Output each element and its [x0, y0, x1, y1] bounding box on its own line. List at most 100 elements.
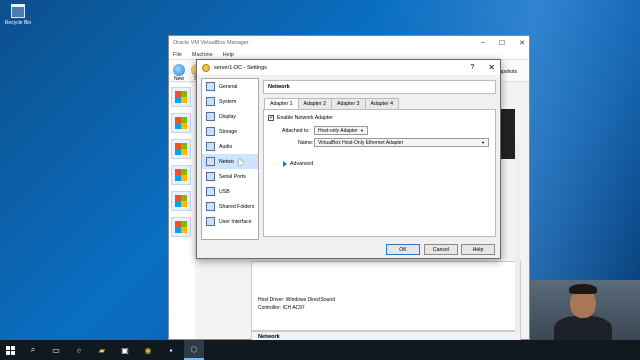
windows-logo-icon [175, 143, 187, 155]
manager-title: Oracle VM VirtualBox Manager [173, 40, 249, 46]
attached-to-label: Attached to: [282, 128, 310, 134]
advanced-toggle[interactable]: Advanced [283, 161, 313, 167]
vm-list-item[interactable] [171, 217, 191, 237]
name-label: Name: [298, 140, 314, 146]
checkbox-checked-icon [268, 114, 274, 121]
nav-item-serial-ports[interactable]: Serial Ports [202, 169, 258, 184]
serial-ports-icon [206, 172, 215, 181]
edge-icon[interactable]: e [69, 340, 89, 360]
windows-logo-icon [175, 169, 187, 181]
vm-preview [499, 109, 515, 159]
file-explorer-icon[interactable]: ▰ [92, 340, 112, 360]
display-icon [206, 112, 215, 121]
nav-item-usb[interactable]: USB [202, 184, 258, 199]
tab-adapter-3[interactable]: Adapter 3 [331, 98, 366, 109]
nav-label: USB [219, 188, 230, 195]
vm-list-item[interactable] [171, 165, 191, 185]
system-icon [206, 97, 215, 106]
new-vm-icon [173, 64, 185, 76]
terminal-icon[interactable]: ▪ [161, 340, 181, 360]
windows-logo-icon [175, 195, 187, 207]
chevron-down-icon: ▼ [481, 140, 485, 145]
recycle-bin-icon [11, 4, 25, 18]
task-view-icon[interactable]: ▭ [46, 340, 66, 360]
windows-logo-icon [175, 91, 187, 103]
nav-item-display[interactable]: Display [202, 109, 258, 124]
presenter-hair [569, 284, 597, 294]
nav-label: Display [219, 113, 237, 120]
close-icon[interactable]: ✕ [488, 63, 495, 72]
shared-folders-icon [206, 202, 215, 211]
advanced-label: Advanced [290, 161, 314, 167]
tab-adapter-4[interactable]: Adapter 4 [364, 98, 399, 109]
menu-machine[interactable]: Machine [192, 52, 213, 58]
chrome-icon[interactable]: ◉ [138, 340, 158, 360]
minimize-icon[interactable]: – [481, 39, 485, 47]
menu-file[interactable]: File [173, 52, 182, 58]
network-icon [206, 157, 215, 166]
storage-icon [206, 127, 215, 136]
general-icon [206, 82, 215, 91]
details-scrollbar[interactable] [515, 143, 520, 335]
expand-arrow-icon [283, 161, 287, 167]
audio-icon [206, 142, 215, 151]
chevron-down-icon: ▼ [360, 128, 364, 133]
ok-button[interactable]: OK [386, 244, 420, 255]
vm-list-item[interactable] [171, 87, 191, 107]
manager-titlebar: Oracle VM VirtualBox Manager – ☐ ✕ [169, 36, 529, 50]
enable-adapter-label: Enable Network Adapter [277, 115, 333, 121]
nav-item-network[interactable]: Netwo [202, 154, 258, 169]
tab-adapter-1[interactable]: Adapter 1 [264, 98, 299, 109]
host-driver-value: Windows DirectSound [285, 297, 335, 303]
cancel-button[interactable]: Cancel [424, 244, 458, 255]
vm-list-item[interactable] [171, 191, 191, 211]
start-icon[interactable] [0, 340, 20, 360]
attached-to-select[interactable]: Host-only Adapter ▼ [314, 126, 368, 135]
nav-label: Storage [219, 128, 238, 135]
tab-adapter-2[interactable]: Adapter 2 [297, 98, 332, 109]
close-icon[interactable]: ✕ [519, 39, 525, 47]
enable-adapter-checkbox[interactable]: Enable Network Adapter [268, 114, 333, 121]
attached-to-value: Host-only Adapter [318, 127, 358, 134]
new-vm-button[interactable]: New [173, 64, 185, 82]
vm-list-item[interactable] [171, 139, 191, 159]
nav-item-storage[interactable]: Storage [202, 124, 258, 139]
audio-details: Host Driver: Windows DirectSound Control… [251, 261, 521, 331]
recycle-bin-shortcut[interactable]: Recycle Bin [2, 4, 34, 26]
nav-label: Serial Ports [219, 173, 246, 180]
vm-list [169, 83, 195, 339]
settings-nav: General System Display Storage Audio Net… [201, 78, 259, 240]
help-icon[interactable]: ? [470, 64, 474, 71]
adapter-panel: Enable Network Adapter Attached to: Host… [263, 109, 496, 237]
nav-item-user-interface[interactable]: User Interface [202, 214, 258, 229]
nav-item-system[interactable]: System [202, 94, 258, 109]
presenter-body [554, 316, 612, 340]
settings-dialog: server1-DC - Settings ? ✕ General System… [196, 59, 501, 259]
nav-label: General [219, 83, 238, 90]
nav-item-shared-folders[interactable]: Shared Folders [202, 199, 258, 214]
webcam-overlay [530, 280, 640, 340]
dialog-title: server1-DC - Settings [214, 64, 267, 71]
nav-item-general[interactable]: General [202, 79, 258, 94]
store-icon[interactable]: ▣ [115, 340, 135, 360]
maximize-icon[interactable]: ☐ [499, 39, 505, 47]
usb-icon [206, 187, 215, 196]
adapter-tabs: Adapter 1 Adapter 2 Adapter 3 Adapter 4 [264, 98, 399, 109]
mouse-cursor-icon [235, 157, 245, 166]
adapter-name-select[interactable]: VirtualBox Host-Only Ethernet Adapter ▼ [314, 138, 489, 147]
host-driver-label: Host Driver: [258, 297, 285, 303]
controller-value: ICH AC97 [282, 305, 305, 311]
search-icon[interactable]: ⌕ [23, 340, 43, 360]
vm-list-item[interactable] [171, 113, 191, 133]
nav-label: Audio [219, 143, 233, 150]
menu-help[interactable]: Help [223, 52, 234, 58]
nav-item-audio[interactable]: Audio [202, 139, 258, 154]
adapter-name-value: VirtualBox Host-Only Ethernet Adapter [318, 139, 404, 146]
dialog-titlebar: server1-DC - Settings ? ✕ [197, 60, 500, 75]
controller-label: Controller: [258, 305, 282, 311]
virtualbox-icon[interactable]: ⬡ [184, 340, 204, 360]
help-button[interactable]: Help [461, 244, 495, 255]
user-interface-icon [206, 217, 215, 226]
nav-label: System [219, 98, 237, 105]
nav-label: User Interface [219, 218, 252, 225]
